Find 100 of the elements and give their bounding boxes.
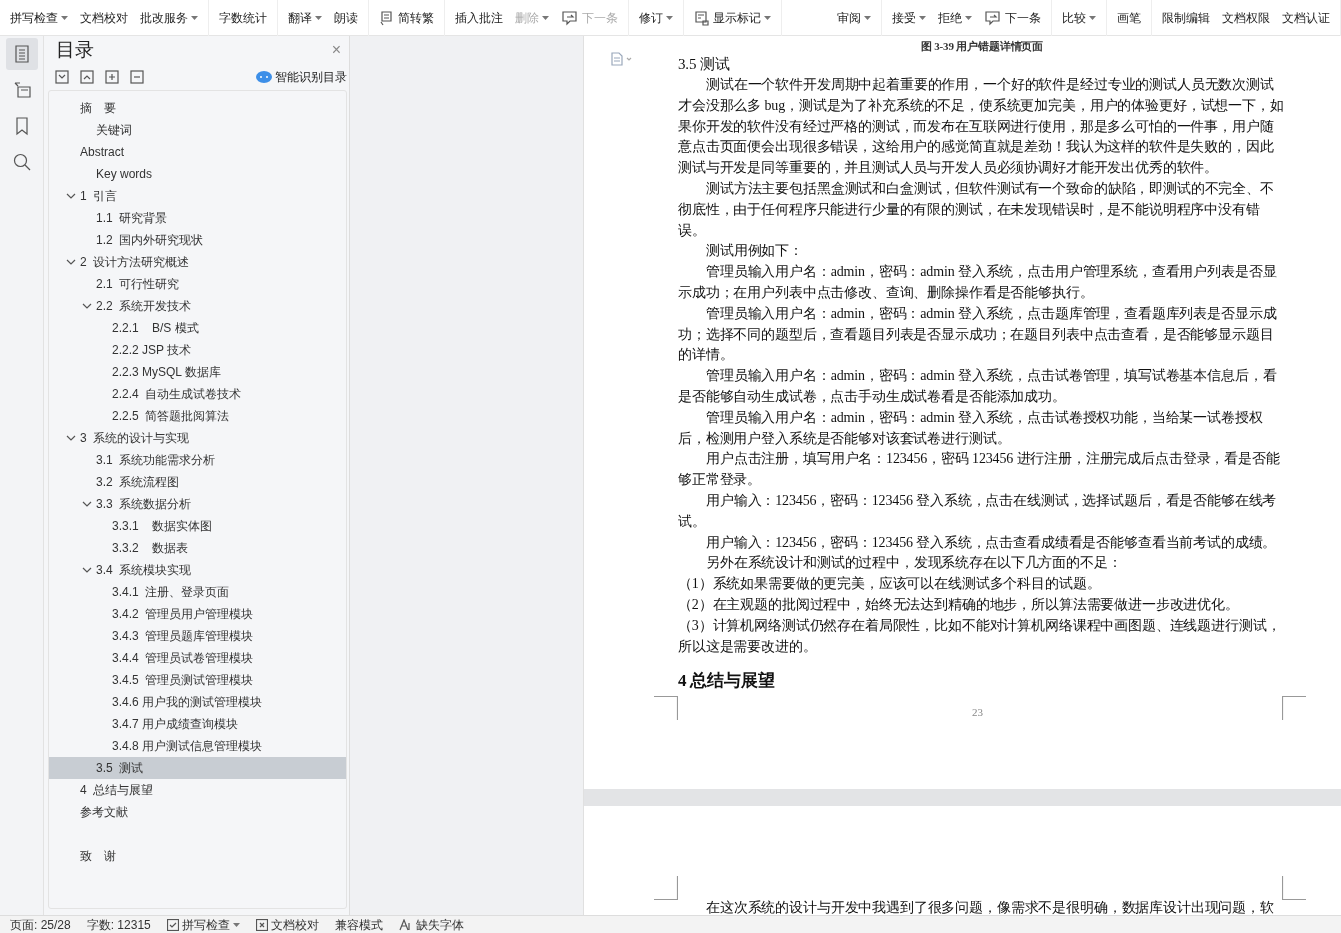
toc-item[interactable]: 2.2.1 B/S 模式: [49, 317, 346, 339]
figure-caption: 图 3-39 用户错题详情页面: [919, 40, 1045, 53]
toc-item[interactable]: 摘 要: [49, 97, 346, 119]
smart-toc-button[interactable]: 智能识别目录: [256, 68, 347, 86]
toc-item[interactable]: 2.2.4 自动生成试卷技术: [49, 383, 346, 405]
toc-item[interactable]: Key words: [49, 163, 346, 185]
toc-item[interactable]: 1 引言: [49, 185, 346, 207]
corner-mark: [654, 696, 678, 720]
list-item: （2）在主观题的批阅过程中，始终无法达到精确的地步，所以算法需要做进一步改进优化。: [678, 595, 1240, 614]
list-item: （3）计算机网络测试仍然存在着局限性，比如不能对计算机网络课程中画图题、连线题进行测试，所以这是需要改进的。: [678, 616, 1282, 656]
panel-title: 目录: [56, 37, 94, 62]
toolbar-button[interactable]: 审阅: [837, 9, 871, 27]
markup-icon: [694, 10, 710, 26]
status-button[interactable]: 文档校对: [255, 915, 319, 933]
corner-mark: [654, 875, 678, 900]
paragraph: 测试用例如下：: [705, 242, 804, 261]
toolbar-button[interactable]: 修订: [639, 9, 673, 27]
close-box-icon: [255, 918, 268, 931]
status-button[interactable]: 缺失字体: [398, 915, 464, 933]
toolbar-button[interactable]: 字数统计: [219, 9, 267, 27]
paragraph: 用户输入：123456，密码：123456 登入系统，点击在线测试，选择试题后，看是否能够在线考试。: [678, 491, 1278, 531]
toc-item[interactable]: 3.3.2 数据表: [49, 537, 346, 559]
toc-item[interactable]: Abstract: [49, 141, 346, 163]
sidebar-tab[interactable]: [5, 38, 38, 70]
comment-next-icon: [561, 10, 579, 26]
chevron-down-icon: [82, 501, 92, 507]
toc-item[interactable]: 参考文献: [49, 801, 346, 823]
corner-mark: [1282, 875, 1306, 900]
toc-item[interactable]: 2.2.5 简答题批阅算法: [49, 405, 346, 427]
toc-item[interactable]: 4 总结与展望: [49, 779, 346, 801]
chevron-down-icon: [66, 435, 76, 441]
toc-item[interactable]: 3.4.4 管理员试卷管理模块: [49, 647, 346, 669]
toc-item[interactable]: 致 谢: [49, 845, 346, 867]
toc-item[interactable]: 3.4.2 管理员用户管理模块: [49, 603, 346, 625]
toc-item[interactable]: 2.2 系统开发技术: [49, 295, 346, 317]
toolbar-button[interactable]: 接受: [892, 9, 926, 27]
toc-item[interactable]: 3.4.1 注册、登录页面: [49, 581, 346, 603]
chapter-heading: 4 总结与展望: [678, 670, 776, 693]
status-text: 兼容模式: [334, 916, 383, 933]
toc-item[interactable]: 3.1 系统功能需求分析: [49, 449, 346, 471]
toolbar-button[interactable]: 显示标记: [694, 9, 771, 27]
toolbar-button[interactable]: 拒绝: [938, 9, 972, 27]
toolbar-button[interactable]: 下一条: [984, 9, 1041, 27]
toolbar-button[interactable]: 文档认证: [1282, 9, 1330, 27]
plus-icon: [105, 70, 119, 84]
toc-item[interactable]: 3.4.8 用户测试信息管理模块: [49, 735, 346, 757]
convert-icon: [379, 10, 395, 26]
toc-item[interactable]: 3.3.1 数据实体图: [49, 515, 346, 537]
toc-item[interactable]: 3.4 系统模块实现: [49, 559, 346, 581]
toolbar-button[interactable]: 批改服务: [140, 9, 198, 27]
expand-all-icon: [55, 70, 69, 84]
chevron-down-icon: [66, 193, 76, 199]
toolbar-button[interactable]: 限制编辑: [1162, 9, 1210, 27]
toc-item[interactable]: 3.5 测试: [49, 757, 346, 779]
toolbar-button[interactable]: 翻译: [288, 9, 322, 27]
toolbar-button[interactable]: 文档权限: [1222, 9, 1270, 27]
toolbar-button[interactable]: 文档校对: [80, 9, 128, 27]
toc-item[interactable]: 3.2 系统流程图: [49, 471, 346, 493]
toc-item[interactable]: 2.2.3 MySQL 数据库: [49, 361, 346, 383]
toolbar-button[interactable]: 拼写检查: [10, 9, 68, 27]
toc-item[interactable]: 关键词: [49, 119, 346, 141]
paragraph: 用户输入：123456，密码：123456 登入系统，点击查看成绩看是否能够查看当前考试的成绩。: [705, 533, 1278, 552]
toc-item[interactable]: 3.4.5 管理员测试管理模块: [49, 669, 346, 691]
toolbar-button[interactable]: 比较: [1062, 9, 1096, 27]
toc-item[interactable]: 2 设计方法研究概述: [49, 251, 346, 273]
toc-item[interactable]: 2.1 可行性研究: [49, 273, 346, 295]
comment-next-icon: [984, 10, 1002, 26]
chevron-down-icon: [66, 259, 76, 265]
status-button[interactable]: 拼写检查: [166, 915, 240, 933]
paragraph: 管理员输入用户名：admin，密码：admin 登入系统，点击试卷管理，填写试卷基本信息后，看是否能够自动生成试卷，点击手动生成试卷看是否能添加成功。: [678, 367, 1278, 406]
toolbar-button[interactable]: 朗读: [334, 9, 358, 27]
toolbar-button[interactable]: 画笔: [1117, 9, 1141, 27]
toolbar-button[interactable]: 插入批注: [455, 9, 503, 27]
chevron-down-icon: [82, 567, 92, 573]
section-heading: 3.5 测试: [678, 55, 731, 74]
paragraph: 另外在系统设计和测试的过程中，发现系统存在以下几方面的不足：: [705, 554, 1123, 573]
toc-item[interactable]: 1.2 国内外研究现状: [49, 229, 346, 251]
list-item: （1）系统如果需要做的更完美，应该可以在线测试多个科目的试题。: [678, 575, 1102, 594]
status-text: 页面: 25/28: [10, 916, 71, 933]
status-text: 字数: 12315: [86, 916, 151, 933]
toc-item[interactable]: 1.1 研究背景: [49, 207, 346, 229]
font-icon: [398, 918, 413, 931]
corner-mark: [1282, 696, 1306, 720]
toc-item[interactable]: 3.4.6 用户我的测试管理模块: [49, 691, 346, 713]
toolbar-button[interactable]: 简转繁: [379, 9, 434, 27]
paragraph: 管理员输入用户名：admin，密码：admin 登入系统，点击题库管理，查看题库列表是否显示成功；选择不同的题型后，查看题目列表是否显示成功；在题目列表中点击查看，是否能够显示题目的详情。: [678, 304, 1278, 365]
paragraph: 在这次系统的设计与开发中我遇到了很多问题，像需求不是很明确，数据库设计出现问题，软: [705, 898, 1275, 915]
checkbox-icon: [166, 918, 179, 931]
toc-item[interactable]: 3.4.3 管理员题库管理模块: [49, 625, 346, 647]
robot-icon: [256, 71, 272, 83]
document-icon: [610, 52, 634, 66]
paragraph: 管理员输入用户名：admin，密码：admin 登入系统，点击试卷授权功能，当给某一试卷授权后，检测用户登入系统是否能够对该套试卷进行测试。: [678, 408, 1264, 448]
paragraph: 测试方法主要包括黑盒测试和白盒测试，但软件测试有一个致命的缺陷，即测试的不完全、不彻底性，由于任何程序只能进行少量的有限的测试，在未发现错误时，是不能说明程序中没有错误。: [678, 180, 1275, 240]
page-number: 23: [972, 705, 983, 720]
toc-item[interactable]: 2.2.2 JSP 技术: [49, 339, 346, 361]
toc-item[interactable]: 3 系统的设计与实现: [49, 427, 346, 449]
toc-item[interactable]: 3.4.7 用户成绩查询模块: [49, 713, 346, 735]
paragraph: 管理员输入用户名：admin，密码：admin 登入系统，点击用户管理系统，查看用户列表是否显示成功；在用户列表中点击修改、查询、删除操作看是否能够执行。: [678, 263, 1278, 302]
toc-item[interactable]: 3.3 系统数据分析: [49, 493, 346, 515]
collapse-all-icon: [80, 70, 94, 84]
